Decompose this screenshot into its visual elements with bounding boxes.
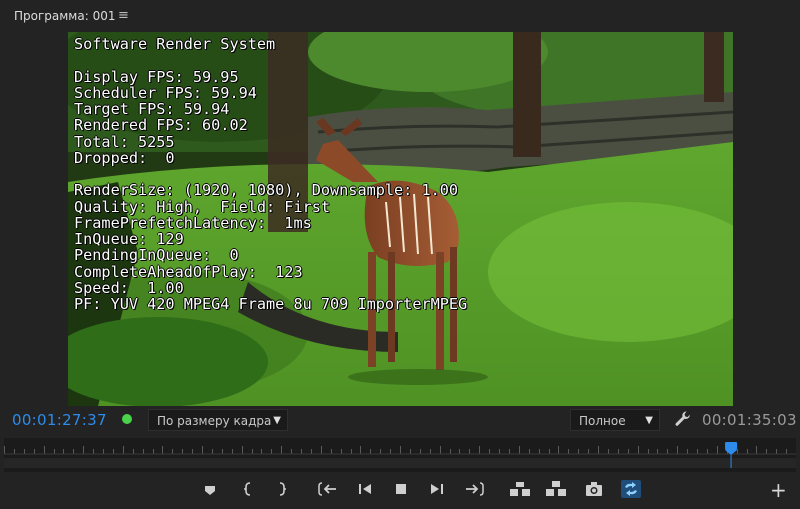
- panel-header: Программа: 001 ≡: [0, 0, 800, 30]
- zoom-level-select[interactable]: По размеру кадра ▼: [148, 409, 288, 431]
- mark-out-icon: [279, 482, 286, 496]
- zoom-level-label: По размеру кадра: [157, 414, 272, 428]
- panel-title[interactable]: Программа: 001: [14, 9, 115, 23]
- wrench-icon[interactable]: [674, 410, 692, 428]
- export-frame-button[interactable]: [582, 478, 606, 500]
- overlay-line: Software Render System: [74, 35, 276, 53]
- go-to-in-icon: [318, 482, 336, 496]
- mark-out-button[interactable]: [270, 478, 294, 500]
- step-forward-button[interactable]: [425, 478, 449, 500]
- extract-icon: [546, 481, 566, 496]
- go-to-out-icon: [466, 482, 484, 496]
- render-stats-overlay: Software Render System Display FPS: 59.9…: [74, 36, 467, 312]
- chevron-down-icon: ▼: [273, 415, 281, 426]
- step-back-button[interactable]: [353, 478, 377, 500]
- toggle-proxies-icon: [621, 480, 641, 498]
- program-monitor-viewer[interactable]: Software Render System Display FPS: 59.9…: [68, 32, 733, 406]
- add-marker-icon: [205, 486, 215, 495]
- playback-resolution-select[interactable]: Полное ▼: [570, 409, 660, 431]
- chevron-down-icon: ▼: [645, 415, 653, 426]
- button-editor-icon[interactable]: +: [770, 478, 787, 502]
- stop-button[interactable]: [389, 478, 413, 500]
- lift-icon: [510, 482, 530, 496]
- overlay-line: Dropped: 0: [74, 148, 175, 167]
- go-to-out-button[interactable]: [462, 478, 486, 500]
- time-ruler[interactable]: [4, 438, 796, 472]
- overlay-line: PF: YUV 420 MPEG4 Frame 8u 709 ImporterM…: [74, 295, 468, 313]
- go-to-in-button[interactable]: [316, 478, 340, 500]
- mark-in-icon: [244, 482, 251, 496]
- toggle-proxies-button[interactable]: [619, 478, 643, 500]
- mark-in-button[interactable]: [236, 478, 260, 500]
- monitor-controls-bar: 00:01:27:37 По размеру кадра ▼ Полное ▼ …: [0, 406, 800, 436]
- playhead-timecode[interactable]: 00:01:27:37: [12, 411, 107, 429]
- step-forward-icon: [431, 484, 443, 494]
- status-dot-icon: [122, 414, 132, 424]
- hamburger-icon[interactable]: ≡: [118, 8, 129, 23]
- lift-button[interactable]: [508, 478, 532, 500]
- playback-resolution-label: Полное: [579, 414, 626, 428]
- stop-icon: [396, 484, 406, 494]
- duration-timecode: 00:01:35:03: [702, 411, 797, 429]
- export-frame-icon: [586, 482, 602, 496]
- extract-button[interactable]: [544, 478, 568, 500]
- step-back-icon: [359, 484, 371, 494]
- add-marker-button[interactable]: [198, 478, 222, 500]
- transport-controls: +: [0, 474, 800, 506]
